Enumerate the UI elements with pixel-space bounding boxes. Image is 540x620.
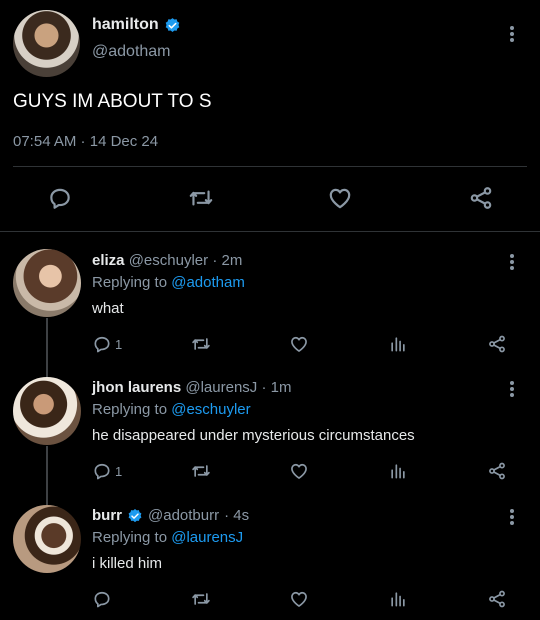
analytics-icon[interactable] (388, 334, 408, 354)
like-icon[interactable] (289, 461, 309, 481)
more-icon[interactable] (510, 507, 514, 527)
like-icon[interactable] (327, 185, 353, 211)
replying-to: Replying to @eschuyler (92, 401, 251, 418)
share-icon[interactable] (468, 185, 494, 211)
replying-to: Replying to @adotham (92, 274, 245, 291)
reply-count: 1 (115, 336, 123, 352)
reply-icon[interactable] (92, 461, 112, 481)
analytics-icon[interactable] (388, 461, 408, 481)
replying-label: Replying to (92, 274, 168, 291)
reply-time: · 1m (261, 379, 292, 396)
main-date: 14 Dec 24 (89, 133, 159, 150)
retweet-icon[interactable] (190, 334, 212, 354)
replying-label: Replying to (92, 529, 168, 546)
main-timestamp: 07:54 AM · 14 Dec 24 (13, 133, 158, 150)
main-name-row: hamilton (92, 16, 181, 34)
reply-header: burr @adotburr · 4s (92, 507, 249, 524)
main-avatar[interactable] (13, 10, 80, 77)
share-icon[interactable] (487, 334, 507, 354)
reply-icon[interactable] (92, 589, 112, 609)
reply-display-name[interactable]: burr (92, 507, 122, 524)
reply-header: eliza @eschuyler · 2m (92, 252, 242, 269)
replying-to-link[interactable]: @adotham (171, 274, 245, 291)
more-icon[interactable] (510, 379, 514, 399)
more-icon[interactable] (510, 252, 514, 272)
verified-badge-icon (127, 508, 143, 524)
analytics-icon[interactable] (388, 589, 408, 609)
reply-avatar[interactable] (13, 249, 81, 317)
reply-handle[interactable]: @laurensJ (185, 379, 257, 396)
thread-line (46, 446, 48, 506)
replying-label: Replying to (92, 401, 168, 418)
main-tweet-text: GUYS IM ABOUT TO S (13, 91, 212, 112)
thread-line (46, 318, 48, 378)
share-icon[interactable] (487, 461, 507, 481)
reply-handle[interactable]: @adotburr (148, 507, 219, 524)
timestamp-separator: · (76, 133, 90, 150)
retweet-icon[interactable] (187, 185, 215, 211)
reply-avatar[interactable] (13, 505, 81, 573)
replying-to-link[interactable]: @eschuyler (171, 401, 250, 418)
reply-count: 1 (115, 463, 123, 479)
main-handle[interactable]: @adotham (92, 43, 171, 61)
reply-icon[interactable] (47, 185, 73, 211)
reply-text: what (92, 300, 124, 317)
replying-to-link[interactable]: @laurensJ (171, 529, 243, 546)
reply-text: he disappeared under mysterious circumst… (92, 427, 415, 444)
reply-header: jhon laurens @laurensJ · 1m (92, 379, 291, 396)
reply-action[interactable]: 1 (92, 461, 122, 481)
reply-handle[interactable]: @eschuyler (129, 252, 208, 269)
verified-badge-icon (164, 17, 181, 34)
main-display-name[interactable]: hamilton (92, 16, 159, 34)
divider (13, 166, 527, 167)
reply-time: · 2m (212, 252, 243, 269)
reply-display-name[interactable]: eliza (92, 252, 125, 269)
main-time: 07:54 AM (13, 133, 77, 150)
replying-to: Replying to @laurensJ (92, 529, 243, 546)
like-icon[interactable] (289, 334, 309, 354)
share-icon[interactable] (487, 589, 507, 609)
reply-action[interactable]: 1 (92, 334, 122, 354)
retweet-icon[interactable] (190, 589, 212, 609)
retweet-icon[interactable] (190, 461, 212, 481)
reply-time: · 4s (224, 507, 250, 524)
section-divider (0, 231, 540, 232)
reply-text: i killed him (92, 555, 163, 572)
reply-display-name[interactable]: jhon laurens (92, 379, 181, 396)
reply-icon[interactable] (92, 334, 112, 354)
reply-avatar[interactable] (13, 377, 81, 445)
like-icon[interactable] (289, 589, 309, 609)
more-icon[interactable] (510, 24, 514, 44)
